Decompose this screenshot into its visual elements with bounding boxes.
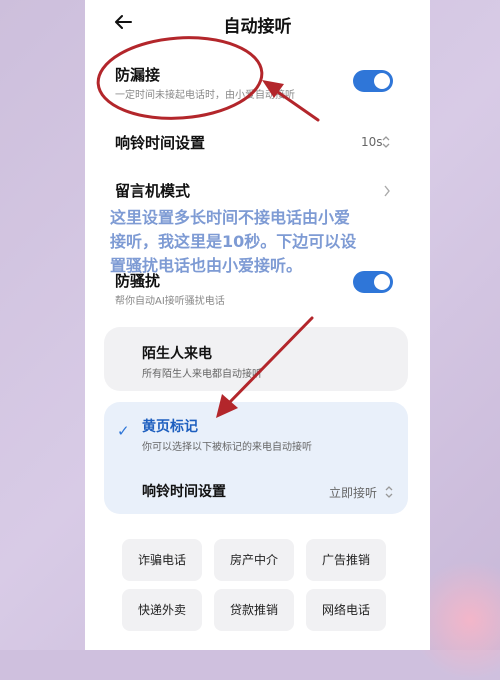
ring-time-row[interactable]: 响铃时间设置 10s bbox=[85, 122, 430, 162]
stranger-call-title: 陌生人来电 bbox=[142, 346, 212, 362]
chevron-right-icon bbox=[384, 185, 390, 197]
answering-machine-label: 留言机模式 bbox=[115, 182, 191, 200]
header: 自动接听 bbox=[85, 0, 430, 52]
phone-screen: 自动接听 防漏接 一定时间未接起电话时，由小爱自动接听 响铃时间设置 10s 留… bbox=[85, 0, 430, 650]
page-title: 自动接听 bbox=[223, 17, 292, 37]
annotation-line: 置骚扰电话也由小爱接听。 bbox=[110, 256, 303, 275]
yellow-pages-card[interactable]: ✓ 黄页标记 你可以选择以下被标记的来电自动接听 响铃时间设置 立即接听 bbox=[104, 402, 408, 514]
yellow-pages-title: 黄页标记 bbox=[142, 419, 198, 435]
yellow-pages-ring-label: 响铃时间设置 bbox=[142, 484, 226, 500]
updown-chevron-icon bbox=[382, 136, 390, 148]
annotation-line: 这里设置多长时间不接电话由小爱 bbox=[110, 208, 351, 227]
annotation-line: 接听，我这里是10秒。下边可以设 bbox=[110, 232, 357, 251]
category-chip-real-estate[interactable]: 房产中介 bbox=[214, 539, 294, 581]
category-chip-delivery[interactable]: 快递外卖 bbox=[122, 589, 202, 631]
annotation-text: 这里设置多长时间不接电话由小爱 接听，我这里是10秒。下边可以设 置骚扰电话也由… bbox=[110, 206, 378, 278]
stranger-call-card[interactable]: 陌生人来电 所有陌生人来电都自动接听 bbox=[104, 327, 408, 391]
category-chip-loan[interactable]: 贷款推销 bbox=[214, 589, 294, 631]
category-chip-ads[interactable]: 广告推销 bbox=[306, 539, 386, 581]
ring-time-value: 10s bbox=[361, 135, 383, 149]
stranger-call-subtitle: 所有陌生人来电都自动接听 bbox=[142, 369, 262, 380]
missed-call-title: 防漏接 bbox=[115, 66, 161, 84]
yellow-pages-subtitle: 你可以选择以下被标记的来电自动接听 bbox=[142, 442, 312, 453]
category-chip-voip[interactable]: 网络电话 bbox=[306, 589, 386, 631]
missed-call-subtitle: 一定时间未接起电话时，由小爱自动接听 bbox=[115, 90, 295, 101]
yellow-pages-ring-value[interactable]: 立即接听 bbox=[329, 484, 377, 501]
anti-harass-subtitle: 帮你自动AI接听骚扰电话 bbox=[115, 296, 225, 307]
category-chip-fraud[interactable]: 诈骗电话 bbox=[122, 539, 202, 581]
toggle-knob bbox=[374, 73, 390, 89]
missed-call-toggle[interactable] bbox=[353, 70, 393, 92]
updown-chevron-icon bbox=[385, 486, 393, 498]
answering-machine-row[interactable]: 留言机模式 bbox=[85, 170, 430, 210]
missed-call-row[interactable]: 防漏接 一定时间未接起电话时，由小爱自动接听 bbox=[85, 60, 430, 105]
ring-time-label: 响铃时间设置 bbox=[115, 134, 206, 152]
check-icon: ✓ bbox=[117, 422, 130, 440]
